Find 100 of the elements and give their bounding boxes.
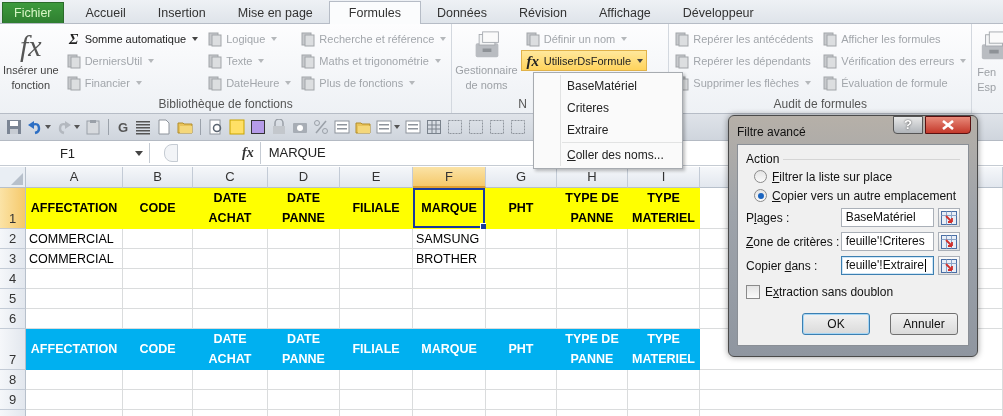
clipboard-icon[interactable] (85, 119, 101, 135)
column-header[interactable]: E (340, 167, 413, 188)
grid-icon[interactable] (426, 119, 443, 135)
form-icon[interactable] (334, 119, 351, 135)
swatch-icon[interactable] (229, 119, 246, 135)
caret-icon (285, 80, 292, 85)
cancel-button[interactable]: Annuler (890, 313, 958, 335)
radio-button[interactable] (754, 189, 767, 202)
resize-handle[interactable] (164, 144, 178, 162)
field-label: Copier dans : (746, 258, 819, 273)
column-header[interactable]: F (413, 167, 486, 188)
caret-icon[interactable] (394, 125, 401, 129)
ribbon-tab[interactable]: Révision (502, 2, 583, 23)
ribbon-button[interactable]: Σ Somme automatique (61, 28, 203, 49)
ribbon-tab[interactable]: Formules (328, 1, 421, 24)
column-header[interactable]: I (628, 167, 700, 188)
row-header[interactable]: 1 (0, 188, 26, 229)
percent-icon[interactable] (313, 119, 330, 135)
caret-icon[interactable] (135, 150, 143, 156)
range-picker-button[interactable] (938, 208, 960, 227)
radio-label[interactable]: Copier vers un autre emplacement (772, 188, 957, 203)
row-header[interactable]: 5 (0, 289, 26, 309)
table-cell: CODE (123, 188, 193, 229)
caret-icon (805, 80, 812, 85)
save-icon[interactable] (6, 119, 22, 135)
menu-item[interactable]: Criteres (534, 97, 682, 119)
row-header[interactable]: 3 (0, 249, 26, 269)
help-button[interactable]: ? (893, 116, 923, 134)
table-cell (486, 269, 557, 289)
table-cell: AFFECTATION (26, 329, 123, 370)
table-cell (268, 249, 340, 269)
book-icon (65, 74, 82, 91)
table-cell (557, 309, 628, 329)
ribbon-tab[interactable]: Insertion (141, 2, 222, 23)
caret-icon[interactable] (45, 125, 51, 129)
dialog-title: Filtre avancé (737, 125, 806, 139)
column-header[interactable]: D (268, 167, 340, 188)
field-label: Zone de critères : (746, 234, 841, 249)
table-cell (123, 249, 193, 269)
large-ribbon-button[interactable]: fx Insérer une fonction (1, 27, 61, 95)
section-legend: Action (746, 152, 780, 166)
range-picker-button[interactable] (938, 256, 960, 275)
caret-icon[interactable] (74, 125, 80, 129)
border-icon[interactable] (510, 119, 527, 135)
row-header[interactable]: 9 (0, 390, 26, 410)
bold-button[interactable]: G (116, 119, 131, 135)
radio-label[interactable]: Filtrer la liste sur place (772, 169, 893, 184)
range-picker-button[interactable] (938, 232, 960, 251)
table-cell (486, 249, 557, 269)
form-icon[interactable] (405, 119, 422, 135)
row-header[interactable]: 4 (0, 269, 26, 289)
folder-icon[interactable] (177, 119, 194, 135)
form-icon[interactable] (376, 119, 393, 135)
row-header[interactable]: 7 (0, 329, 26, 370)
ribbon-tab[interactable]: Accueil (69, 2, 142, 23)
close-button[interactable] (925, 116, 971, 134)
input-field[interactable]: feuille'!Criteres (840, 232, 935, 251)
ribbon-tab[interactable]: Fichier (2, 2, 64, 23)
select-all-corner[interactable] (0, 167, 26, 188)
column-header[interactable]: B (123, 167, 193, 188)
menu-item[interactable]: BaseMatériel (534, 75, 682, 97)
name-box[interactable]: F1 (0, 143, 150, 163)
table-cell (123, 229, 193, 249)
column-header[interactable]: H (557, 167, 628, 188)
border-icon[interactable] (447, 119, 464, 135)
ribbon-tab[interactable]: Affichage (582, 2, 667, 23)
table-cell: TYPE MATERIEL (628, 329, 700, 370)
ok-button[interactable]: OK (802, 313, 870, 335)
table-cell (486, 229, 557, 249)
row-header[interactable]: 8 (0, 370, 26, 390)
swatch-icon[interactable] (250, 119, 267, 135)
ribbon-tab[interactable]: Données (420, 2, 503, 23)
column-header[interactable]: G (486, 167, 557, 188)
input-field[interactable]: BaseMatériel (840, 208, 935, 227)
ribbon-tab[interactable]: Développeur (666, 2, 770, 23)
radio-button[interactable] (754, 170, 767, 183)
lines-icon[interactable] (135, 119, 152, 135)
checkbox-label[interactable]: Extraction sans doublon (765, 285, 894, 299)
ribbon-button[interactable]: fx UtiliserDsFormule (520, 50, 648, 71)
input-field[interactable]: feuille'!Extraire (840, 256, 935, 275)
caret-icon (621, 36, 628, 41)
menu-item[interactable]: Extraire (534, 119, 682, 141)
border-icon[interactable] (468, 119, 485, 135)
table-cell (268, 289, 340, 309)
book-icon (300, 74, 317, 91)
corner-triangle-icon (11, 173, 23, 185)
column-header[interactable]: A (26, 167, 123, 188)
border-icon[interactable] (489, 119, 506, 135)
undo-icon[interactable] (27, 119, 43, 135)
ribbon-tab[interactable]: Mise en page (221, 2, 329, 23)
function-icon[interactable]: fx (236, 145, 260, 161)
row-header[interactable]: 6 (0, 309, 26, 329)
book-icon (207, 30, 224, 47)
checkbox[interactable] (746, 285, 760, 299)
table-cell (268, 269, 340, 289)
table-cell: MARQUE (413, 188, 486, 229)
row-header[interactable]: 2 (0, 229, 26, 249)
menu-item[interactable]: Coller des noms... (534, 144, 682, 166)
folder-icon[interactable] (355, 119, 372, 135)
column-header[interactable]: C (193, 167, 268, 188)
